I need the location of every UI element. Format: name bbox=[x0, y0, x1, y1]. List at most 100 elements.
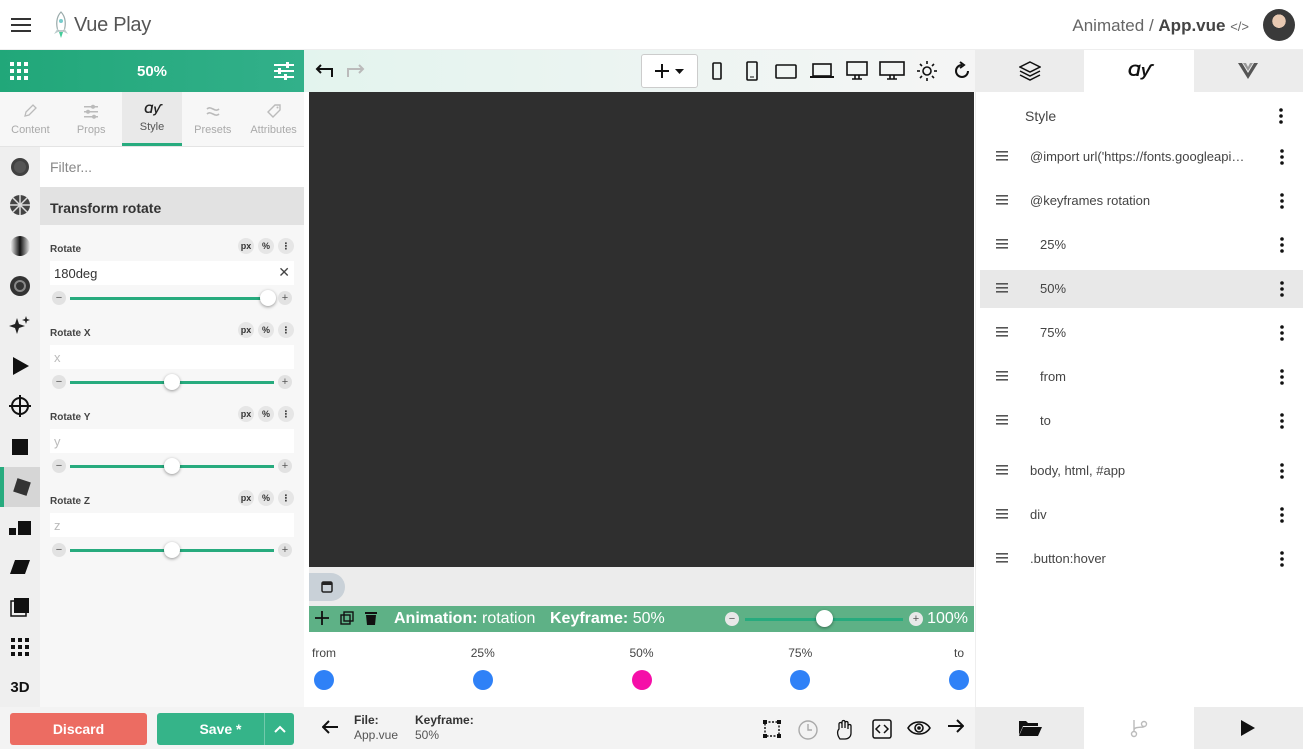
unit-px-button[interactable]: px bbox=[238, 238, 254, 254]
shadow-icon[interactable] bbox=[0, 147, 40, 187]
keyframe-dot-from[interactable] bbox=[314, 670, 334, 690]
eye-icon[interactable] bbox=[907, 719, 931, 737]
discard-button[interactable]: Discard bbox=[10, 713, 147, 745]
tune-icon[interactable] bbox=[274, 62, 294, 80]
desktop-icon[interactable] bbox=[845, 61, 869, 81]
git-branch-button[interactable] bbox=[1084, 707, 1194, 749]
decrement-icon[interactable]: − bbox=[52, 291, 66, 305]
window-icon[interactable] bbox=[309, 573, 345, 601]
drag-handle-icon[interactable] bbox=[996, 553, 1008, 563]
more-vert-icon[interactable] bbox=[1280, 193, 1284, 209]
linear-gradient-icon[interactable] bbox=[0, 226, 40, 266]
rotate-x-input[interactable] bbox=[50, 345, 294, 369]
tab-presets[interactable]: Presets bbox=[182, 92, 243, 146]
select-box-icon[interactable] bbox=[762, 719, 782, 739]
drag-handle-icon[interactable] bbox=[996, 151, 1008, 161]
more-vert-icon[interactable]: ⋮ bbox=[278, 238, 294, 254]
add-element-dropdown[interactable] bbox=[641, 54, 698, 88]
increment-icon[interactable]: + bbox=[278, 291, 292, 305]
play-icon[interactable] bbox=[0, 346, 40, 386]
more-vert-icon[interactable] bbox=[1280, 463, 1284, 479]
decrement-icon[interactable]: − bbox=[52, 375, 66, 389]
more-vert-icon[interactable]: ⋮ bbox=[278, 406, 294, 422]
decrement-icon[interactable]: − bbox=[52, 543, 66, 557]
hamburger-menu-icon[interactable] bbox=[10, 14, 32, 36]
increment-icon[interactable]: + bbox=[278, 543, 292, 557]
code-icon[interactable]: </> bbox=[1230, 19, 1249, 34]
gesture-hand-icon[interactable] bbox=[834, 719, 856, 741]
layers-square-icon[interactable] bbox=[0, 587, 40, 627]
style-rule-row[interactable]: from bbox=[980, 358, 1303, 396]
more-vert-icon[interactable] bbox=[1280, 237, 1284, 253]
tab-layers[interactable] bbox=[975, 50, 1084, 92]
rotate-y-slider[interactable]: − + bbox=[50, 458, 294, 475]
more-vert-icon[interactable]: ⋮ bbox=[278, 490, 294, 506]
wide-desktop-icon[interactable] bbox=[879, 61, 905, 81]
style-rule-row[interactable]: 25% bbox=[980, 226, 1303, 264]
laptop-icon[interactable] bbox=[810, 61, 834, 81]
tablet-landscape-icon[interactable] bbox=[775, 61, 797, 81]
drag-handle-icon[interactable] bbox=[996, 239, 1008, 249]
slider-thumb[interactable] bbox=[164, 458, 180, 474]
style-rule-row[interactable]: .button:hover bbox=[980, 540, 1303, 578]
tab-vue[interactable] bbox=[1194, 50, 1303, 92]
drag-handle-icon[interactable] bbox=[996, 195, 1008, 205]
scale-squares-icon[interactable] bbox=[0, 507, 40, 547]
grid-layout-icon[interactable] bbox=[0, 627, 40, 667]
style-rule-row[interactable]: div bbox=[980, 496, 1303, 534]
preview-canvas[interactable] bbox=[309, 92, 974, 567]
code-box-icon[interactable] bbox=[872, 719, 892, 739]
save-button[interactable]: Save * bbox=[157, 713, 294, 745]
unit-percent-button[interactable]: % bbox=[258, 406, 274, 422]
more-vert-icon[interactable] bbox=[1280, 325, 1284, 341]
rotate-slider[interactable]: − + bbox=[50, 290, 294, 307]
open-folder-button[interactable] bbox=[975, 707, 1084, 749]
more-vert-icon[interactable] bbox=[1280, 149, 1284, 165]
add-keyframe-icon[interactable] bbox=[315, 611, 329, 625]
avatar[interactable] bbox=[1263, 9, 1295, 41]
drag-handle-icon[interactable] bbox=[996, 509, 1008, 519]
chevron-up-icon[interactable] bbox=[264, 713, 294, 745]
arrow-forward-icon[interactable] bbox=[948, 719, 964, 733]
sparkle-icon[interactable] bbox=[0, 306, 40, 346]
keyframe-dot-50[interactable] bbox=[631, 670, 652, 690]
style-rule-row[interactable]: to bbox=[980, 402, 1303, 440]
crosshair-icon[interactable] bbox=[0, 386, 40, 426]
tab-attributes[interactable]: Attributes bbox=[243, 92, 304, 146]
unit-px-button[interactable]: px bbox=[238, 490, 254, 506]
drag-handle-icon[interactable] bbox=[996, 327, 1008, 337]
slider-thumb[interactable] bbox=[164, 374, 180, 390]
keyframe-dot-25[interactable] bbox=[472, 670, 493, 690]
style-rule-row[interactable]: @import url('https://fonts.googleapis.co… bbox=[980, 138, 1303, 176]
more-vert-icon[interactable] bbox=[1280, 369, 1284, 385]
increment-icon[interactable]: + bbox=[278, 375, 292, 389]
more-vert-icon[interactable]: ⋮ bbox=[278, 322, 294, 338]
more-vert-icon[interactable] bbox=[1280, 413, 1284, 429]
unit-px-button[interactable]: px bbox=[238, 322, 254, 338]
filter-input[interactable] bbox=[40, 147, 304, 187]
rotate-y-input[interactable] bbox=[50, 429, 294, 453]
zoom-slider-thumb[interactable] bbox=[816, 610, 833, 627]
tab-content[interactable]: Content bbox=[0, 92, 61, 146]
clear-icon[interactable]: ✕ bbox=[278, 264, 290, 281]
rotate-square-icon[interactable] bbox=[0, 467, 40, 507]
rotate-x-slider[interactable]: − + bbox=[50, 374, 294, 391]
unit-px-button[interactable]: px bbox=[238, 406, 254, 422]
slider-thumb[interactable] bbox=[259, 290, 276, 306]
breadcrumb-parent[interactable]: Animated bbox=[1072, 16, 1144, 35]
increment-icon[interactable]: + bbox=[278, 459, 292, 473]
brightness-icon[interactable] bbox=[917, 61, 937, 81]
zoom-out-icon[interactable]: − bbox=[725, 612, 739, 626]
three-d-icon[interactable]: 3D bbox=[0, 667, 40, 707]
conic-gradient-icon[interactable] bbox=[0, 185, 40, 225]
redo-icon[interactable] bbox=[346, 63, 366, 79]
rotate-input[interactable] bbox=[50, 261, 294, 285]
drag-handle-icon[interactable] bbox=[996, 283, 1008, 293]
clock-icon[interactable] bbox=[797, 719, 819, 741]
unit-percent-button[interactable]: % bbox=[258, 490, 274, 506]
phone-icon[interactable] bbox=[745, 61, 759, 81]
undo-icon[interactable] bbox=[314, 63, 334, 79]
more-vert-icon[interactable] bbox=[1280, 281, 1284, 297]
style-rule-row[interactable]: 50% bbox=[980, 270, 1303, 308]
refresh-icon[interactable] bbox=[952, 61, 972, 81]
